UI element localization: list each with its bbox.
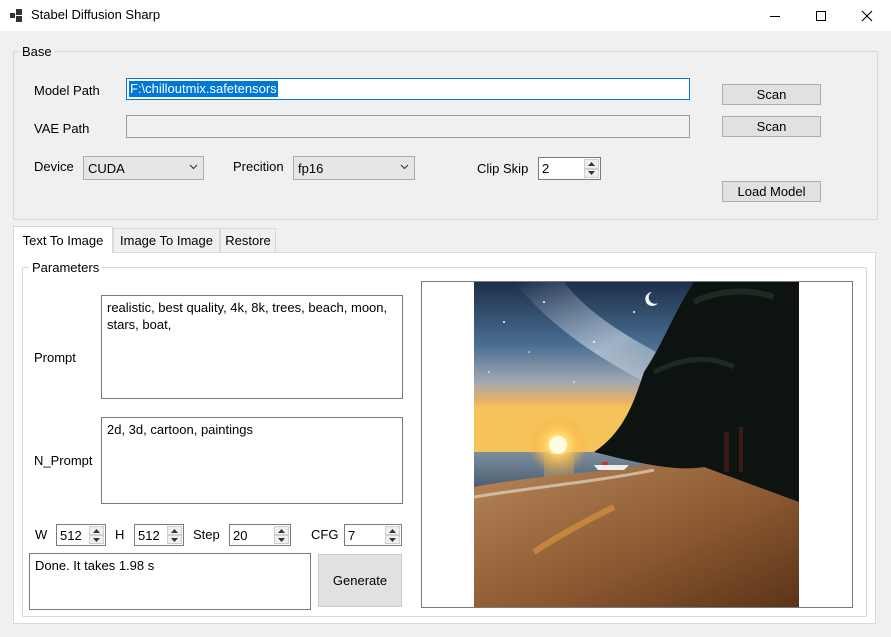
height-value: 512 (138, 527, 160, 543)
tab-text-to-image[interactable]: Text To Image (13, 226, 113, 253)
parameters-group-legend: Parameters (29, 260, 103, 275)
spin-up-icon[interactable] (167, 526, 182, 535)
prompt-textarea[interactable]: realistic, best quality, 4k, 8k, trees, … (101, 295, 403, 399)
vae-path-input[interactable] (126, 115, 690, 138)
spin-down-icon[interactable] (89, 535, 104, 544)
generated-image (474, 282, 799, 607)
minimize-button[interactable] (752, 0, 798, 31)
chevron-down-icon (189, 164, 198, 170)
device-select[interactable]: CUDA (83, 156, 204, 180)
tab-image-to-image[interactable]: Image To Image (113, 228, 220, 252)
spin-up-icon[interactable] (584, 159, 599, 169)
nprompt-label: N_Prompt (34, 453, 93, 468)
scan-model-button[interactable]: Scan (722, 84, 821, 105)
close-icon (861, 10, 873, 21)
model-path-value: F:\chilloutmix.safetensors (129, 81, 278, 97)
width-stepper[interactable]: 512 (56, 524, 106, 546)
cfg-label: CFG (311, 527, 339, 542)
spin-down-icon[interactable] (385, 535, 400, 544)
maximize-button[interactable] (798, 0, 844, 31)
width-label: W (35, 527, 48, 542)
device-value: CUDA (88, 160, 125, 176)
vae-path-label: VAE Path (34, 121, 90, 136)
cfg-stepper[interactable]: 7 (344, 524, 402, 546)
device-label: Device (34, 159, 74, 174)
window-title: Stabel Diffusion Sharp (31, 7, 161, 22)
generate-button[interactable]: Generate (318, 554, 402, 607)
height-stepper[interactable]: 512 (134, 524, 184, 546)
nprompt-textarea[interactable]: 2d, 3d, cartoon, paintings (101, 417, 403, 504)
clip-skip-label: Clip Skip (477, 161, 529, 176)
model-path-input[interactable]: F:\chilloutmix.safetensors (126, 78, 690, 100)
clip-skip-value: 2 (542, 161, 550, 176)
step-value: 20 (233, 527, 248, 543)
tab-restore[interactable]: Restore (220, 228, 276, 252)
width-value: 512 (60, 527, 82, 543)
maximize-icon (816, 10, 826, 21)
prompt-label: Prompt (34, 350, 76, 365)
spin-up-icon[interactable] (89, 526, 104, 535)
clip-skip-stepper[interactable]: 2 (538, 157, 601, 180)
app-icon (10, 9, 23, 22)
spin-down-icon[interactable] (274, 535, 289, 544)
model-path-label: Model Path (34, 83, 100, 98)
spin-up-icon[interactable] (385, 526, 400, 535)
precision-label: Precition (233, 159, 284, 174)
cfg-value: 7 (348, 527, 356, 543)
step-label: Step (193, 527, 220, 542)
base-group-legend: Base (19, 44, 55, 59)
load-model-button[interactable]: Load Model (722, 181, 821, 202)
precision-value: fp16 (298, 160, 324, 176)
spin-up-icon[interactable] (274, 526, 289, 535)
height-label: H (115, 527, 125, 542)
scan-vae-button[interactable]: Scan (722, 116, 821, 137)
spin-down-icon[interactable] (584, 168, 599, 178)
spin-down-icon[interactable] (167, 535, 182, 544)
close-button[interactable] (844, 0, 890, 31)
status-textbox[interactable]: Done. It takes 1.98 s (29, 553, 311, 610)
chevron-down-icon (400, 164, 409, 170)
precision-select[interactable]: fp16 (293, 156, 415, 180)
step-stepper[interactable]: 20 (229, 524, 291, 546)
minimize-icon (770, 15, 780, 17)
